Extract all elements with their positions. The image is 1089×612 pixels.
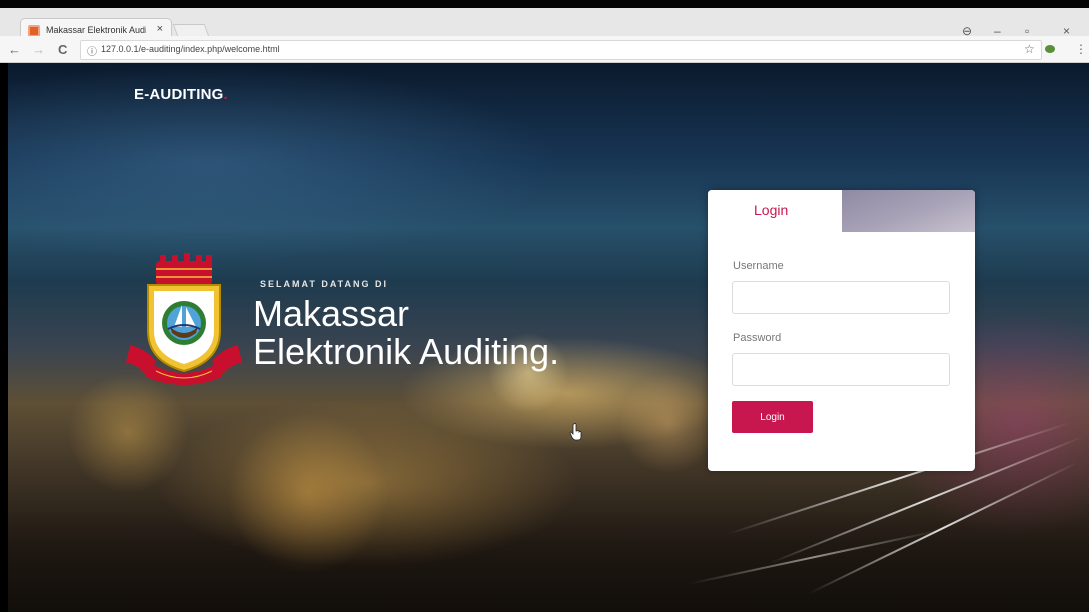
brand-text: E-AUDITING — [134, 86, 224, 103]
tab-login-label: Login — [754, 202, 789, 218]
back-icon[interactable]: ← — [8, 42, 21, 57]
address-bar: ← → C ⓘ 127.0.0.1/e-auditing/index.php/w… — [0, 36, 1089, 63]
tab-close-icon[interactable]: × — [157, 23, 163, 35]
reload-icon[interactable]: C — [58, 42, 67, 57]
menu-icon[interactable]: ⋮ — [1075, 42, 1087, 56]
forward-icon[interactable]: → — [32, 42, 45, 57]
hand-pointer-cursor-icon — [569, 423, 582, 441]
username-label: Username — [733, 260, 784, 272]
extension-icon[interactable] — [1045, 45, 1055, 53]
tab-login[interactable]: Login — [708, 190, 842, 232]
bookmark-star-icon[interactable]: ☆ — [1024, 42, 1035, 56]
screen-top-bar — [0, 0, 1089, 8]
brand-dot: . — [223, 86, 228, 103]
login-button[interactable]: Login — [732, 401, 813, 433]
url-text[interactable]: 127.0.0.1/e-auditing/index.php/welcome.h… — [101, 44, 280, 54]
site-logo[interactable]: E-AUDITING. — [134, 86, 228, 103]
password-field[interactable] — [732, 353, 950, 386]
info-icon[interactable]: ⓘ — [87, 43, 97, 58]
browser-window: Makassar Elektronik Audi × ⊖ – ▫ × ← → C… — [0, 0, 1089, 612]
tab-title: Makassar Elektronik Audi — [46, 25, 146, 35]
username-field[interactable] — [732, 281, 950, 314]
tab-inactive[interactable] — [842, 190, 975, 232]
tab-strip: Makassar Elektronik Audi × ⊖ – ▫ × — [0, 8, 1089, 44]
makassar-city-emblem-icon — [126, 253, 242, 385]
password-label: Password — [733, 332, 782, 344]
login-card: Login Username Password Login — [708, 190, 975, 471]
welcome-text: SELAMAT DATANG DI — [260, 279, 388, 289]
login-card-tabs: Login — [708, 190, 975, 232]
page-background: E-AUDITING. SELAMAT DATANG DI Makassar E… — [8, 63, 1089, 612]
hero-title-line1: Makassar — [253, 293, 410, 334]
omnibox[interactable]: ⓘ 127.0.0.1/e-auditing/index.php/welcome… — [80, 40, 1042, 60]
hero-title-line2: Elektronik Auditing. — [253, 331, 560, 372]
